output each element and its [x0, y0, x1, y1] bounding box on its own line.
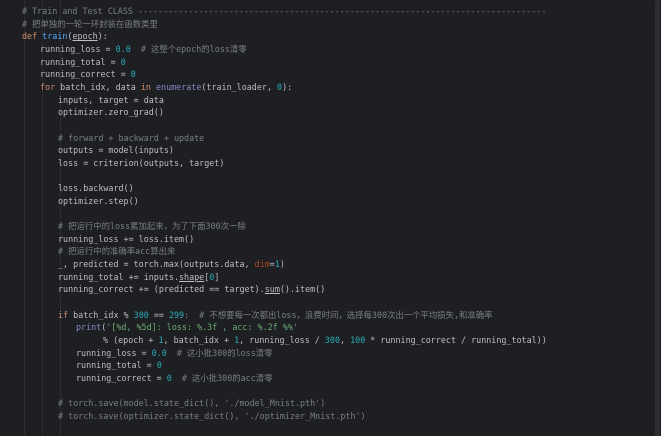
- code-line[interactable]: # torch.save(optimizer.state_dict(), './…: [22, 410, 366, 423]
- code-token: optimizer.zero_grad(): [58, 107, 164, 118]
- code-token: ):: [282, 81, 293, 92]
- code-token: epoch: [72, 31, 98, 42]
- code-line[interactable]: running_loss = 0.0 # 这整个epoch的loss清零: [22, 43, 247, 56]
- code-line[interactable]: # 把单独的一轮一环封装在函数类里: [22, 18, 158, 31]
- code-token: '[%d, %5d]: loss: %.3f , acc: %.2f %%': [106, 322, 298, 333]
- code-line[interactable]: running_total = 0: [22, 56, 126, 69]
- code-token: 300: [133, 309, 149, 320]
- code-token: : # 不想要每一次都出loss，浪费时间，选择每300次出一个平均损失,和准确…: [184, 309, 493, 320]
- code-token: 299: [168, 309, 185, 320]
- code-token: running_loss =: [76, 347, 152, 358]
- code-token: 0: [130, 69, 136, 80]
- code-line[interactable]: # 把运行中的loss累加起来，为了下面300次一除: [22, 220, 246, 233]
- code-line[interactable]: _, predicted = torch.max(outputs.data, d…: [22, 258, 285, 271]
- code-token: def: [22, 31, 43, 42]
- code-line[interactable]: for batch_idx, data in enumerate(train_l…: [22, 81, 292, 94]
- code-token: # 把单独的一轮一环封装在函数类里: [22, 18, 158, 29]
- code-line[interactable]: optimizer.step(): [22, 195, 139, 208]
- code-token: 0: [156, 360, 162, 371]
- code-token: in: [140, 81, 156, 92]
- code-line[interactable]: def train(epoch):: [22, 30, 108, 43]
- code-line[interactable]: print('[%d, %5d]: loss: %.3f , acc: %.2f…: [22, 321, 298, 334]
- code-token: 0: [120, 56, 126, 67]
- code-token: running_correct =: [76, 372, 167, 383]
- code-token: inputs, target = data: [58, 94, 164, 105]
- code-token: ): [279, 259, 285, 269]
- code-token: train: [42, 31, 68, 42]
- code-token: ):: [97, 31, 108, 42]
- code-token: , batch_idx +: [163, 334, 235, 345]
- code-token: running_correct =: [40, 69, 131, 80]
- code-token: running_total =: [76, 360, 157, 371]
- code-token: running_loss += loss.item(): [58, 233, 195, 244]
- code-token: running_total =: [40, 56, 121, 67]
- code-token: 100: [350, 334, 366, 345]
- code-token: batch_idx, data: [60, 81, 141, 92]
- code-line[interactable]: outputs = model(inputs): [22, 144, 174, 157]
- code-token: for: [40, 81, 61, 92]
- code-token: sum: [264, 284, 280, 295]
- code-token: running_total += inputs.: [58, 271, 180, 282]
- code-token: # torch.save(model.state_dict(), './mode…: [58, 398, 326, 409]
- code-line[interactable]: optimizer.zero_grad(): [22, 106, 164, 119]
- code-token: # forward + backward + update: [58, 132, 205, 143]
- code-token: enumerate: [156, 81, 202, 92]
- code-line[interactable]: # Train and Test CLASS -----------------…: [22, 5, 546, 18]
- code-token: if: [58, 309, 74, 320]
- code-line[interactable]: # forward + backward + update: [22, 132, 204, 145]
- code-token: , running_loss /: [239, 334, 325, 345]
- code-token: # Train and Test CLASS -----------------…: [22, 6, 547, 16]
- code-token: # 这小批300的acc清零: [171, 372, 273, 383]
- code-token: optimizer.step(): [58, 195, 139, 206]
- code-line[interactable]: running_total += inputs.shape[0]: [22, 271, 219, 284]
- code-token: loss = criterion(outputs, target): [58, 157, 225, 168]
- code-token: print: [76, 322, 102, 333]
- code-token: # torch.save(optimizer.state_dict(), './…: [58, 410, 366, 421]
- code-token: (train_loader,: [201, 81, 278, 92]
- code-token: ().item(): [279, 284, 326, 295]
- code-line[interactable]: inputs, target = data: [22, 94, 164, 107]
- code-token: # 这小批300的loss清零: [166, 347, 273, 358]
- code-token: running_loss =: [40, 43, 116, 54]
- code-line[interactable]: running_correct = 0 # 这小批300的acc清零: [22, 372, 272, 385]
- code-token: shape: [179, 271, 205, 282]
- code-token: 0.0: [115, 43, 131, 54]
- code-token: batch_idx %: [73, 309, 134, 320]
- code-token: ]: [214, 271, 220, 282]
- code-line[interactable]: loss = criterion(outputs, target): [22, 157, 224, 170]
- code-line[interactable]: running_loss = 0.0 # 这小批300的loss清零: [22, 347, 273, 360]
- code-line[interactable]: running_loss += loss.item(): [22, 233, 194, 246]
- code-line[interactable]: if batch_idx % 300 == 299: # 不想要每一次都出los…: [22, 309, 493, 322]
- scrollbar-thumb[interactable]: [655, 0, 660, 436]
- code-token: 300: [324, 334, 341, 345]
- code-token: # 这整个epoch的loss清零: [130, 43, 247, 54]
- code-token: _, predicted = torch.max(outputs.data,: [58, 259, 255, 269]
- code-token: dim: [254, 259, 270, 269]
- code-line[interactable]: # torch.save(model.state_dict(), './mode…: [22, 397, 325, 410]
- code-line[interactable]: running_correct = 0: [22, 68, 136, 81]
- code-line[interactable]: # 把运行中的准确率acc算出来: [22, 245, 175, 258]
- code-token: outputs = model(inputs): [58, 145, 174, 156]
- code-token: loss.backward(): [58, 183, 134, 194]
- code-token: # 把运行中的loss累加起来，为了下面300次一除: [58, 221, 246, 232]
- code-token: * running_correct / running_total)): [365, 334, 547, 345]
- code-token: running_correct += (predicted == target)…: [58, 284, 265, 295]
- code-token: # 把运行中的准确率acc算出来: [58, 246, 176, 257]
- vertical-scrollbar[interactable]: [654, 0, 661, 436]
- code-line[interactable]: loss.backward(): [22, 182, 134, 195]
- code-token: 0.0: [151, 347, 167, 358]
- code-token: ==: [148, 309, 169, 320]
- code-token: ,: [340, 334, 351, 345]
- code-token: % (epoch +: [103, 334, 159, 345]
- code-line[interactable]: % (epoch + 1, batch_idx + 1, running_los…: [22, 334, 547, 347]
- code-editor[interactable]: # Train and Test CLASS -----------------…: [0, 0, 661, 436]
- code-line[interactable]: running_total = 0: [22, 359, 162, 372]
- code-line[interactable]: running_correct += (predicted == target)…: [22, 283, 325, 296]
